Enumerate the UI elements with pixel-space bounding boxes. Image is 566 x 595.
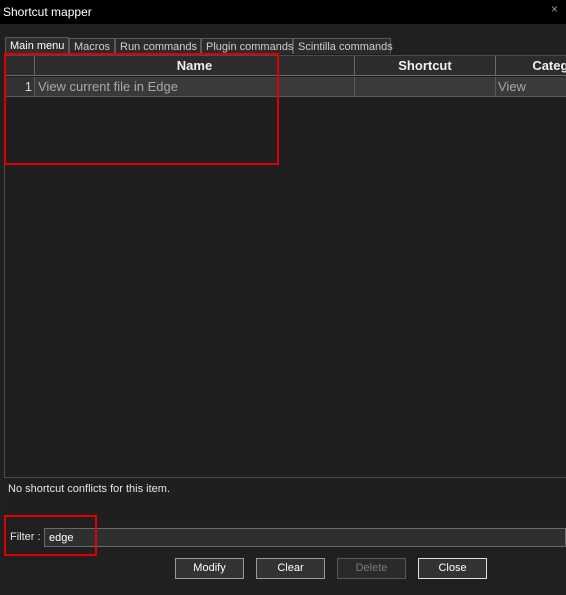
shortcut-grid[interactable]: Name Shortcut Category 1 View current fi…	[4, 55, 566, 477]
conflict-panel: No shortcut conflicts for this item.	[4, 477, 566, 524]
delete-button: Delete	[337, 558, 406, 579]
filter-label: Filter :	[10, 531, 41, 543]
modify-button[interactable]: Modify	[175, 558, 244, 579]
close-button[interactable]: Close	[418, 558, 487, 579]
row-name[interactable]: View current file in Edge	[35, 77, 355, 97]
row-category[interactable]: View	[496, 77, 566, 97]
title-bar: Shortcut mapper ×	[0, 0, 566, 24]
column-header-category[interactable]: Category	[496, 56, 566, 76]
tab-macros[interactable]: Macros	[69, 38, 115, 54]
window-close-icon[interactable]: ×	[551, 2, 558, 16]
column-header-name[interactable]: Name	[35, 56, 355, 76]
column-header-shortcut[interactable]: Shortcut	[355, 56, 496, 76]
window-title: Shortcut mapper	[3, 5, 92, 19]
column-header-index	[5, 56, 35, 76]
row-index[interactable]: 1	[5, 77, 35, 97]
clear-button[interactable]: Clear	[256, 558, 325, 579]
tab-run-commands[interactable]: Run commands	[115, 38, 201, 54]
row-shortcut[interactable]	[355, 77, 496, 97]
tab-scintilla-commands[interactable]: Scintilla commands	[293, 38, 393, 54]
conflict-message: No shortcut conflicts for this item.	[8, 483, 170, 495]
tab-plugin-commands[interactable]: Plugin commands	[201, 38, 293, 54]
tab-main-menu[interactable]: Main menu	[5, 37, 69, 55]
filter-input[interactable]	[44, 528, 566, 547]
